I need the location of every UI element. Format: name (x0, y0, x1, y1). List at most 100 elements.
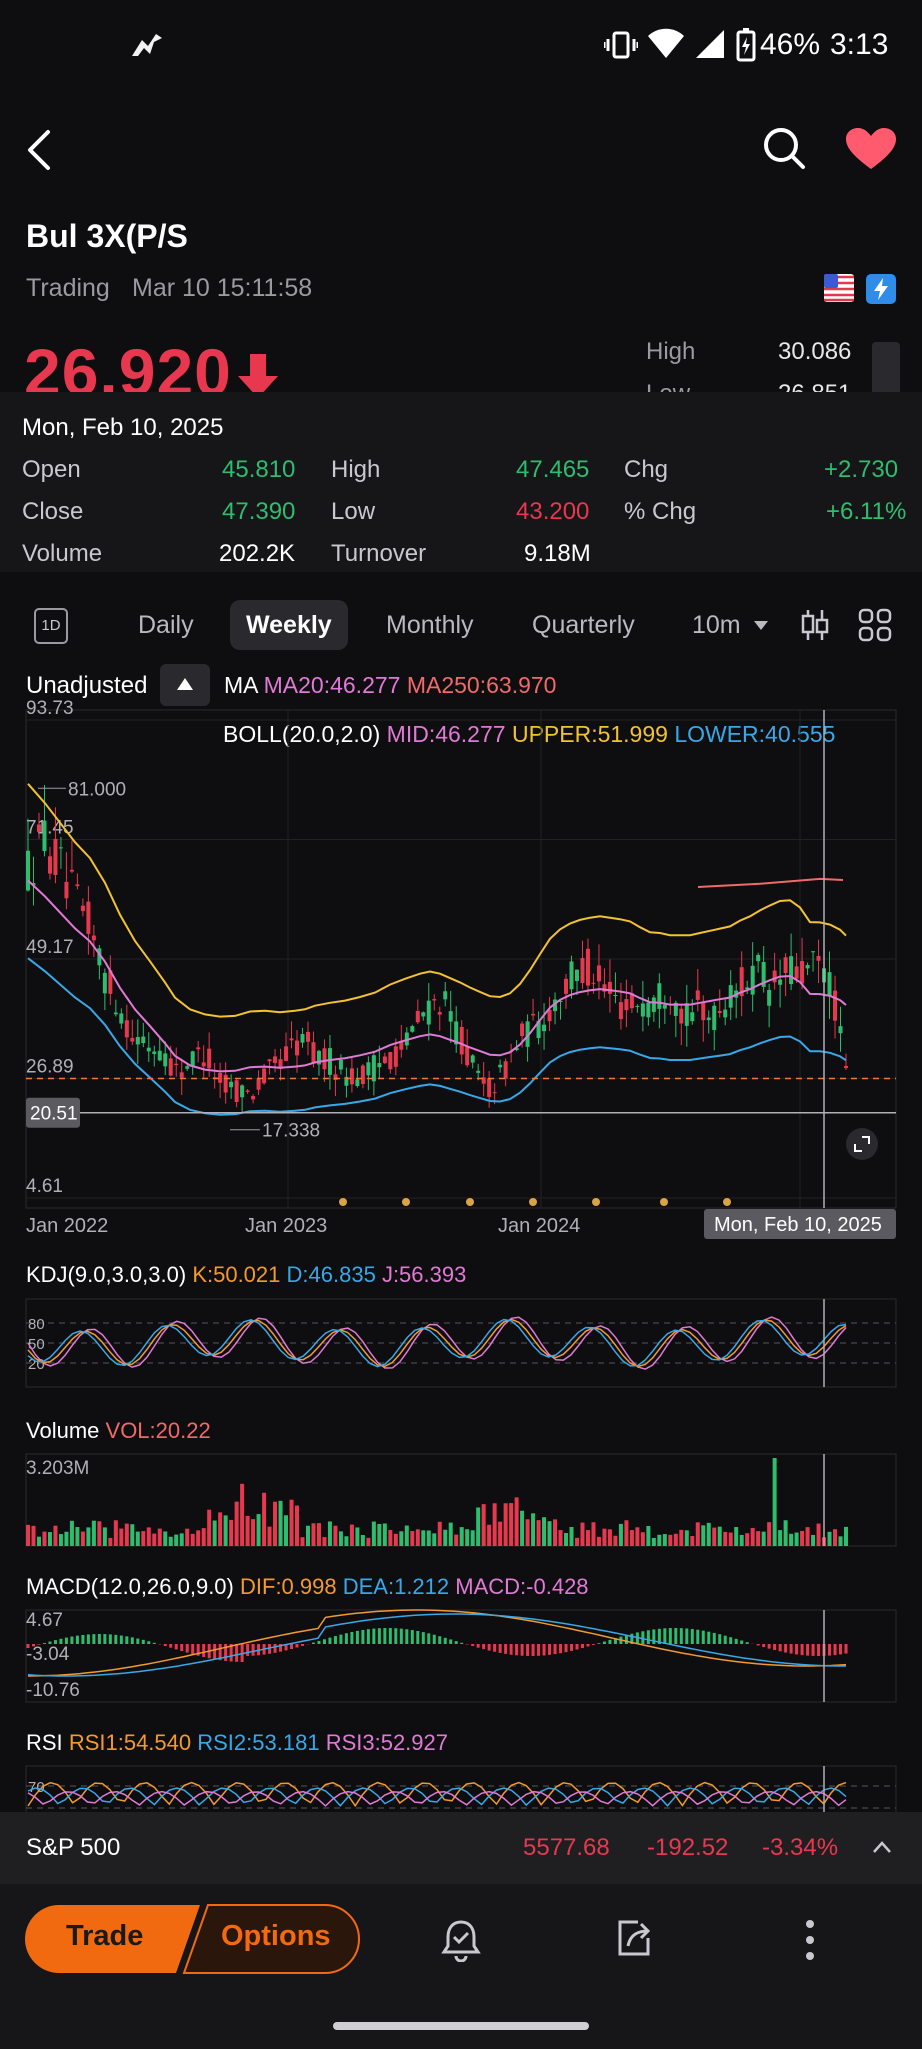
candle (196, 1047, 201, 1050)
candle (190, 1051, 195, 1067)
candle (327, 1048, 332, 1075)
macd-bar (114, 1634, 118, 1644)
kdj-level-label: 80 (28, 1316, 45, 1333)
macd-bar (174, 1644, 178, 1650)
candle (591, 982, 596, 984)
volume-bar (163, 1531, 168, 1546)
volume-bar (673, 1533, 678, 1546)
index-bar[interactable]: S&P 500 5577.68 -192.52 -3.34% (0, 1812, 922, 1884)
macd-bar (300, 1644, 304, 1646)
tab-interval[interactable]: 10m (692, 600, 768, 650)
macd-bar (213, 1644, 217, 1660)
candle (393, 1046, 398, 1067)
candle (459, 1026, 464, 1055)
macd-bar (756, 1644, 760, 1646)
close-label: Close (22, 498, 84, 525)
volume-bar (300, 1537, 305, 1546)
candle (388, 1052, 393, 1070)
grid-layout-icon[interactable] (858, 608, 892, 642)
expand-icon (846, 1128, 878, 1160)
macd-bar (295, 1644, 299, 1648)
candle (102, 972, 107, 994)
kdj-chart: 805020 (25, 1298, 897, 1388)
macd-bar (597, 1643, 601, 1644)
macd-header: MACD(12.0,26.0,9.0) DIF:0.998 DEA:1.212 … (26, 1574, 589, 1600)
volume-bar (838, 1536, 843, 1546)
macd-dea-line (27, 1613, 846, 1677)
x-tick-label: Jan 2023 (245, 1215, 327, 1237)
macd-bar (421, 1632, 425, 1644)
candle (657, 983, 662, 1009)
macd-bar (817, 1644, 821, 1656)
candle (498, 1064, 503, 1068)
macd-value: MACD:-0.428 (455, 1574, 589, 1599)
macd-bar (53, 1640, 57, 1644)
macd-bar (136, 1638, 140, 1644)
candle (838, 1026, 843, 1034)
volume-bar (157, 1528, 162, 1546)
candle (503, 1061, 508, 1079)
kdj-label: KDJ(9.0,3.0,3.0) (26, 1262, 187, 1287)
back-icon[interactable] (24, 128, 54, 172)
candle (662, 1004, 667, 1009)
volume-bar (684, 1530, 689, 1546)
volume-bar (443, 1529, 448, 1546)
candle (163, 1053, 168, 1067)
y-tick-label: 71.45 (26, 818, 74, 839)
candle (168, 1058, 173, 1076)
macd-bar (59, 1638, 63, 1644)
collapse-handle[interactable] (872, 342, 900, 392)
more-icon[interactable] (802, 1918, 818, 1962)
volume-bar (179, 1533, 184, 1546)
tab-weekly[interactable]: Weekly (230, 600, 348, 650)
candle (618, 1002, 623, 1020)
tab-1d[interactable]: 1D (34, 608, 68, 644)
index-value: 5577.68 (523, 1834, 610, 1861)
y-tick-label: 49.17 (26, 937, 74, 958)
macd-bar (37, 1644, 41, 1645)
volume-bar (371, 1521, 376, 1546)
search-icon[interactable] (762, 126, 806, 170)
volume-bar (333, 1525, 338, 1546)
macd-label: MACD(12.0,26.0,9.0) (26, 1574, 234, 1599)
chevron-up-icon[interactable] (872, 1840, 892, 1854)
candle (141, 1036, 146, 1043)
close-value: 47.390 (222, 498, 296, 525)
tab-daily[interactable]: Daily (138, 600, 194, 650)
macd-bar (701, 1630, 705, 1644)
macd-bar (169, 1644, 173, 1648)
candle (240, 1085, 245, 1098)
adjust-label[interactable]: Unadjusted (26, 672, 147, 700)
share-icon[interactable] (614, 1918, 654, 1960)
volume-bar (75, 1527, 80, 1546)
volume-bar (706, 1522, 711, 1546)
candlestick-icon[interactable] (800, 608, 830, 642)
tab-quarterly[interactable]: Quarterly (532, 600, 635, 650)
options-button[interactable]: Options (221, 1920, 331, 1953)
candle (646, 1002, 651, 1018)
macd-bar (795, 1644, 799, 1655)
volume-bar (432, 1533, 437, 1546)
macd-bar (290, 1644, 294, 1649)
macd-bar (476, 1644, 480, 1648)
volume-bar (525, 1519, 530, 1546)
price-alert-bell-icon[interactable] (440, 1918, 482, 1962)
us-flag-icon (824, 274, 854, 302)
candle (245, 1090, 250, 1092)
volume-bar (113, 1520, 118, 1546)
candle (679, 1008, 684, 1024)
trade-button[interactable]: Trade (66, 1920, 143, 1953)
volume-bar (53, 1525, 58, 1546)
volume-bar (47, 1532, 52, 1546)
candle (574, 969, 579, 981)
volume-bar (448, 1522, 453, 1546)
macd-bar (559, 1644, 563, 1654)
volume-bar (190, 1533, 195, 1546)
rsi-chart: 70 (25, 1765, 897, 1812)
candle (695, 990, 700, 1000)
tab-monthly[interactable]: Monthly (386, 600, 474, 650)
favorite-heart-icon[interactable] (846, 128, 896, 170)
macd-dif: DIF:0.998 (240, 1574, 337, 1599)
price-chart[interactable]: 93.73 71.45 49.17 26.89 4.61 Jan 2022 Jan 2023… (0, 700, 922, 1240)
ma-label: MA (224, 672, 258, 698)
